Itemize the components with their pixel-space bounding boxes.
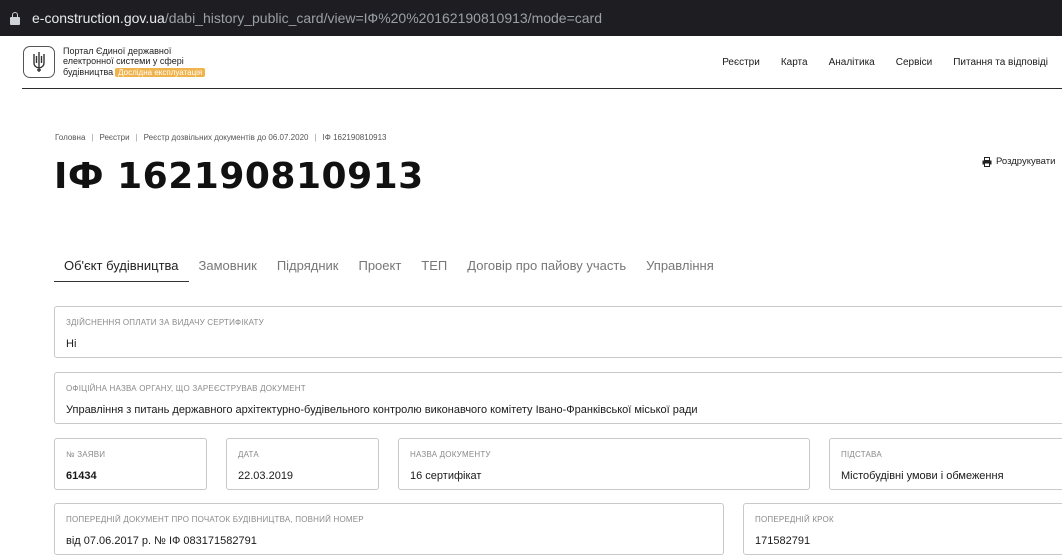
field-basis: Підстава Містобудівні умови і обмеження bbox=[829, 438, 1062, 490]
main-nav: Реєстри Карта Аналітика Сервіси Питання … bbox=[722, 36, 1048, 89]
tab-customer[interactable]: Замовник bbox=[189, 252, 267, 282]
tab-contractor[interactable]: Підрядник bbox=[267, 252, 349, 282]
print-label: Роздрукувати bbox=[996, 156, 1056, 167]
breadcrumb-home[interactable]: Головна bbox=[55, 133, 85, 142]
tab-tep[interactable]: ТЕП bbox=[411, 252, 457, 282]
nav-item-registries[interactable]: Реєстри bbox=[722, 57, 760, 68]
breadcrumb-separator: | bbox=[91, 133, 94, 142]
browser-address-bar[interactable]: e-construction.gov.ua/dabi_history_publi… bbox=[0, 0, 1062, 36]
field-previous-document: Попередній документ про початок будівниц… bbox=[54, 503, 724, 555]
page-title: ІФ 162190810913 bbox=[54, 156, 424, 197]
field-label: Дата bbox=[238, 450, 259, 459]
field-application-number: № заяви 61434 bbox=[54, 438, 207, 490]
field-value: 61434 bbox=[66, 470, 97, 482]
nav-item-map[interactable]: Карта bbox=[781, 57, 808, 68]
breadcrumb: Головна | Реєстри | Реєстр дозвільних до… bbox=[55, 133, 386, 142]
portal-title[interactable]: Портал Єдиної державної електронної сист… bbox=[63, 46, 223, 79]
lock-icon bbox=[10, 11, 20, 25]
nav-item-faq[interactable]: Питання та відповіді bbox=[953, 57, 1048, 68]
field-label: Підстава bbox=[841, 450, 882, 459]
tab-project[interactable]: Проект bbox=[348, 252, 411, 282]
field-date: Дата 22.03.2019 bbox=[226, 438, 379, 490]
field-value: 22.03.2019 bbox=[238, 470, 294, 482]
nav-item-services[interactable]: Сервіси bbox=[896, 57, 932, 68]
breadcrumb-current: ІФ 162190810913 bbox=[322, 133, 387, 142]
field-label: Офіційна назва органу, що зареєстрував д… bbox=[66, 384, 306, 393]
print-button[interactable]: Роздрукувати bbox=[982, 156, 1055, 167]
field-value: 171582791 bbox=[755, 535, 811, 547]
breadcrumb-registry[interactable]: Реєстр дозвільних документів до 06.07.20… bbox=[144, 133, 309, 142]
field-document-name: Назва документу 16 сертифікат bbox=[398, 438, 810, 490]
field-label: Назва документу bbox=[410, 450, 491, 459]
nav-item-analytics[interactable]: Аналітика bbox=[829, 57, 875, 68]
field-label: Попередній крок bbox=[755, 515, 834, 524]
breadcrumb-separator: | bbox=[314, 133, 317, 142]
field-value: Ні bbox=[66, 338, 77, 350]
field-value: Управління з питань державного архітекту… bbox=[66, 404, 698, 416]
status-badge: Дослідна експлуатація bbox=[115, 67, 206, 77]
field-payment: Здійснення оплати за видачу сертифікату … bbox=[54, 306, 1062, 358]
site-header: Портал Єдиної державної електронної сист… bbox=[22, 36, 1062, 89]
breadcrumb-separator: | bbox=[135, 133, 138, 142]
field-previous-step: Попередній крок 171582791 bbox=[743, 503, 1062, 555]
tab-bar: Об'єкт будівництва Замовник Підрядник Пр… bbox=[54, 252, 724, 282]
field-label: № заяви bbox=[66, 450, 106, 459]
tab-management[interactable]: Управління bbox=[636, 252, 724, 282]
tab-share-agreement[interactable]: Договір про пайову участь bbox=[457, 252, 636, 282]
tab-construction-object[interactable]: Об'єкт будівництва bbox=[54, 252, 189, 282]
field-value: 16 сертифікат bbox=[410, 470, 482, 482]
printer-icon bbox=[982, 156, 992, 167]
url-text[interactable]: e-construction.gov.ua/dabi_history_publi… bbox=[32, 10, 602, 26]
field-value: Містобудівні умови і обмеження bbox=[841, 470, 1004, 482]
trident-logo-icon[interactable] bbox=[23, 46, 55, 78]
field-value: від 07.06.2017 р. № ІФ 083171582791 bbox=[66, 535, 257, 547]
field-label: Здійснення оплати за видачу сертифікату bbox=[66, 318, 264, 327]
field-label: Попередній документ про початок будівниц… bbox=[66, 515, 364, 524]
breadcrumb-registries[interactable]: Реєстри bbox=[99, 133, 129, 142]
field-authority: Офіційна назва органу, що зареєстрував д… bbox=[54, 372, 1062, 424]
